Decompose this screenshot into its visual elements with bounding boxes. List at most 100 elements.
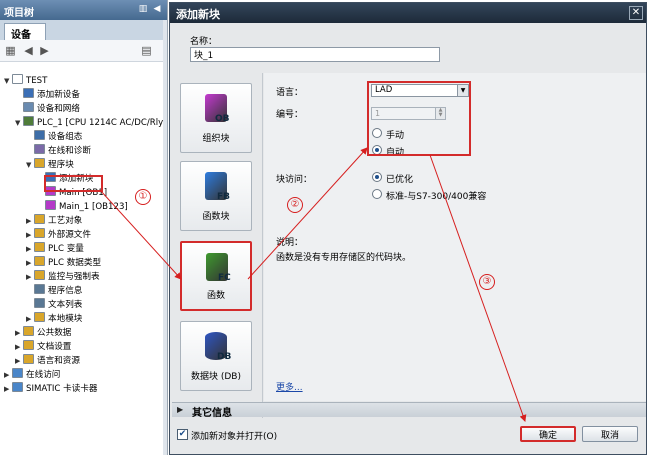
tree-item[interactable]: ▶ 公共数据	[15, 326, 71, 340]
tree-item-icon	[34, 242, 45, 252]
block-type-ob-button[interactable]: OB 组织块	[180, 83, 252, 153]
tree-item[interactable]: ▼ PLC_1 [CPU 1214C AC/DC/Rly]	[15, 116, 167, 130]
project-tree-toolbar: ▦ ◀ ▶ ▤	[0, 40, 167, 62]
block-type-db-button[interactable]: DB 数据块 (DB)	[180, 321, 252, 391]
tree-item[interactable]: Main_1 [OB123]	[37, 200, 128, 214]
tab-devices[interactable]: 设备	[4, 23, 46, 41]
tree-item-label: 程序块	[48, 160, 74, 170]
tree-item-label: 程序信息	[48, 286, 83, 296]
tree-item[interactable]: ▶ 文档设置	[15, 340, 71, 354]
network-view-icon[interactable]: ▤	[140, 44, 153, 57]
tree-expander-icon[interactable]: ▶	[15, 326, 23, 340]
block-name-input[interactable]	[190, 47, 440, 62]
tree-expander-icon[interactable]: ▶	[26, 312, 34, 326]
tree-expander-icon[interactable]: ▶	[26, 214, 34, 228]
tree-item-icon	[34, 158, 45, 168]
cancel-button[interactable]: 取消	[582, 426, 638, 442]
tree-expander-icon[interactable]: ▼	[26, 158, 34, 172]
tree-item[interactable]: 设备和网络	[15, 102, 80, 116]
block-access-label: 块访问：	[276, 175, 313, 185]
tree-item-label: 语言和资源	[37, 356, 80, 366]
tree-expander-icon[interactable]: ▼	[4, 74, 12, 88]
project-tree-header: 项目树 ▥ ◀	[0, 0, 167, 20]
block-type-fb-button[interactable]: FB 函数块	[180, 161, 252, 231]
other-info-label: 其它信息	[192, 408, 232, 419]
forward-icon[interactable]: ▶	[38, 44, 51, 57]
tree-item-icon	[12, 382, 23, 392]
tree-item[interactable]: 程序信息	[26, 284, 82, 298]
optimized-label: 已优化	[386, 175, 414, 185]
tree-item[interactable]: ▼ 程序块	[26, 158, 74, 172]
tree-item-icon	[34, 144, 45, 154]
tree-item-icon	[34, 228, 45, 238]
expand-right-icon[interactable]: ▶	[177, 405, 183, 414]
tree-item[interactable]: ▶ PLC 数据类型	[26, 256, 101, 270]
tree-expander-icon[interactable]: ▶	[15, 340, 23, 354]
project-tree-panel: 项目树 ▥ ◀ 设备 ▦ ◀ ▶ ▤ ▼ TEST 添加新设备设备和网络 ▼ PLC_1…	[0, 0, 168, 455]
tree-item-label: 添加新设备	[37, 90, 80, 100]
tree-item[interactable]: 添加新设备	[15, 88, 80, 102]
collapse-left-icon[interactable]: ◀	[151, 3, 163, 16]
block-type-fc-button[interactable]: FC 函数	[180, 241, 252, 311]
tree-item-icon	[34, 298, 45, 308]
add-and-open-checkbox[interactable]: ✔	[177, 429, 188, 440]
tree-item-label: SIMATIC 卡读卡器	[26, 384, 98, 394]
block-properties-panel: 语言： LAD ▼ 编号： 1 ▲ ▼ 手动 自动 块访问： 已优化 标准-与S7…	[264, 73, 646, 401]
tree-scrollbar[interactable]	[163, 20, 167, 455]
more-link[interactable]: 更多...	[276, 380, 303, 393]
annotation-circle-one: ①	[135, 189, 151, 205]
pin-icon[interactable]: ▥	[137, 3, 149, 16]
tree-item-label: 工艺对象	[48, 216, 83, 226]
tree-item-icon	[23, 340, 34, 350]
fb-tag: FB	[217, 192, 231, 202]
tree-item[interactable]: ▶ 语言和资源	[15, 354, 80, 368]
tree-item[interactable]: ▶ 监控与强制表	[26, 270, 100, 284]
optimized-radio[interactable]	[372, 172, 382, 182]
block-type-ob-label: 组织块	[202, 134, 230, 144]
tree-item-label: 文本列表	[48, 300, 83, 310]
tree-item-label: Main_1 [OB123]	[59, 202, 128, 212]
description-label: 说明：	[276, 238, 304, 248]
standard-radio[interactable]	[372, 189, 382, 199]
tree-item[interactable]: ▶ 在线访问	[4, 368, 60, 382]
tree-expander-icon[interactable]: ▶	[26, 256, 34, 270]
tree-item-icon	[23, 354, 34, 364]
tree-item-icon	[12, 74, 23, 84]
tree-item-label: 本地模块	[48, 314, 83, 324]
back-icon[interactable]: ◀	[22, 44, 35, 57]
tree-expander-icon[interactable]: ▶	[4, 382, 12, 396]
tree-expander-icon[interactable]: ▶	[26, 228, 34, 242]
tree-expander-icon[interactable]: ▶	[26, 270, 34, 284]
tree-item-icon	[34, 214, 45, 224]
block-type-list: OB 组织块 FB 函数块 FC 函数 DB 数据块 (DB)	[172, 73, 263, 418]
tree-item[interactable]: ▼ TEST	[4, 74, 47, 88]
tree-expander-icon[interactable]: ▶	[15, 354, 23, 368]
tree-expander-icon[interactable]: ▶	[4, 368, 12, 382]
tree-expander-icon[interactable]: ▶	[26, 242, 34, 256]
tree-item[interactable]: 在线和诊断	[26, 144, 91, 158]
tree-item[interactable]: ▶ 工艺对象	[26, 214, 82, 228]
tree-item[interactable]: ▶ 外部源文件	[26, 228, 91, 242]
tree-item[interactable]: 设备组态	[26, 130, 82, 144]
tree-item-icon	[34, 130, 45, 140]
tree-item[interactable]: ▶ SIMATIC 卡读卡器	[4, 382, 98, 396]
tree-item-label: 监控与强制表	[48, 272, 100, 282]
block-type-db-label: 数据块 (DB)	[191, 372, 241, 382]
tree-expander-icon[interactable]: ▼	[15, 116, 23, 130]
ok-button[interactable]: 确定	[520, 426, 576, 442]
tree-item-icon	[34, 270, 45, 280]
close-icon[interactable]: ✕	[629, 6, 643, 20]
tree-item[interactable]: ▶ 本地模块	[26, 312, 82, 326]
project-tree-tab-row: 设备	[0, 20, 167, 41]
tree-item-icon	[23, 102, 34, 112]
tree-item-label: 外部源文件	[48, 230, 91, 240]
tree-item-label: TEST	[26, 76, 48, 86]
new-folder-icon[interactable]: ▦	[4, 44, 17, 57]
tree-item-icon	[45, 200, 56, 210]
tree-item[interactable]: 文本列表	[26, 298, 82, 312]
tree-item-label: PLC 数据类型	[48, 258, 102, 268]
tree-item[interactable]: ▶ PLC 变量	[26, 242, 84, 256]
language-label: 语言：	[276, 88, 304, 98]
other-info-bar[interactable]: ▶ 其它信息	[172, 402, 646, 419]
tree-item-label: 在线和诊断	[48, 146, 91, 156]
